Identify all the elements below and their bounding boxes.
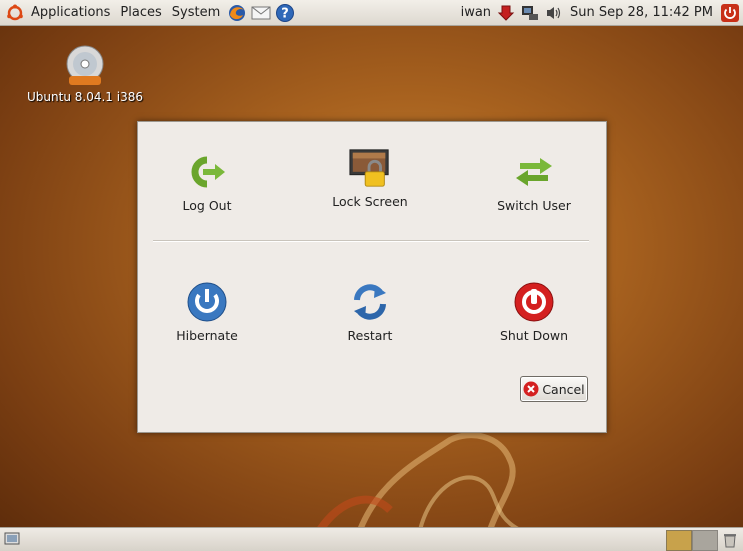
logout-button[interactable]: Log Out bbox=[147, 150, 267, 213]
shutdown-dialog: Log Out Lock Screen Switch User Hibernat… bbox=[137, 121, 607, 433]
dvd-disc-icon bbox=[63, 44, 107, 88]
svg-text:?: ? bbox=[281, 6, 289, 21]
hibernate-icon bbox=[185, 280, 229, 324]
menu-applications[interactable]: Applications bbox=[26, 0, 115, 25]
desktop-icon-dvd[interactable]: Ubuntu 8.04.1 i386 bbox=[20, 44, 150, 104]
top-panel: Applications Places System ? iwan Sun Se… bbox=[0, 0, 743, 26]
logout-label: Log Out bbox=[182, 198, 232, 213]
desktop-swirl-decoration bbox=[316, 432, 521, 530]
trash-icon[interactable] bbox=[722, 531, 738, 548]
dialog-divider bbox=[153, 240, 589, 242]
logout-icon bbox=[185, 150, 229, 194]
hibernate-label: Hibernate bbox=[176, 328, 238, 343]
cancel-button[interactable]: Cancel bbox=[520, 376, 588, 402]
switch-user-button[interactable]: Switch User bbox=[474, 150, 594, 213]
help-launcher-icon[interactable]: ? bbox=[275, 3, 295, 23]
cancel-icon bbox=[523, 381, 539, 397]
shut-down-icon bbox=[512, 280, 556, 324]
ubuntu-logo-icon[interactable] bbox=[6, 4, 24, 22]
mail-launcher-icon[interactable] bbox=[251, 3, 271, 23]
workspace-2[interactable] bbox=[692, 530, 718, 551]
restart-icon bbox=[348, 280, 392, 324]
volume-icon[interactable] bbox=[545, 5, 563, 21]
power-button-icon[interactable] bbox=[720, 3, 740, 23]
bottom-panel bbox=[0, 527, 743, 551]
firefox-launcher-icon[interactable] bbox=[227, 3, 247, 23]
cancel-label: Cancel bbox=[542, 381, 585, 397]
system-tray: iwan Sun Sep 28, 11:42 PM bbox=[458, 0, 743, 25]
desktop-icon-label: Ubuntu 8.04.1 i386 bbox=[27, 90, 143, 104]
network-icon[interactable] bbox=[521, 5, 539, 21]
lock-screen-button[interactable]: Lock Screen bbox=[310, 146, 430, 209]
restart-button[interactable]: Restart bbox=[310, 280, 430, 343]
clock[interactable]: Sun Sep 28, 11:42 PM bbox=[566, 5, 717, 20]
switch-user-label: Switch User bbox=[497, 198, 571, 213]
hibernate-button[interactable]: Hibernate bbox=[147, 280, 267, 343]
show-desktop-icon[interactable] bbox=[4, 531, 20, 547]
restart-label: Restart bbox=[347, 328, 393, 343]
username-label[interactable]: iwan bbox=[461, 5, 491, 20]
workspace-1[interactable] bbox=[666, 530, 692, 551]
switch-user-icon bbox=[512, 150, 556, 194]
lock-screen-icon bbox=[348, 146, 392, 190]
lock-screen-label: Lock Screen bbox=[332, 194, 408, 209]
shut-down-label: Shut Down bbox=[499, 328, 569, 343]
menu-system[interactable]: System bbox=[167, 0, 225, 25]
shut-down-button[interactable]: Shut Down bbox=[474, 280, 594, 343]
update-notifier-icon[interactable] bbox=[497, 4, 515, 22]
menu-places[interactable]: Places bbox=[115, 0, 166, 25]
